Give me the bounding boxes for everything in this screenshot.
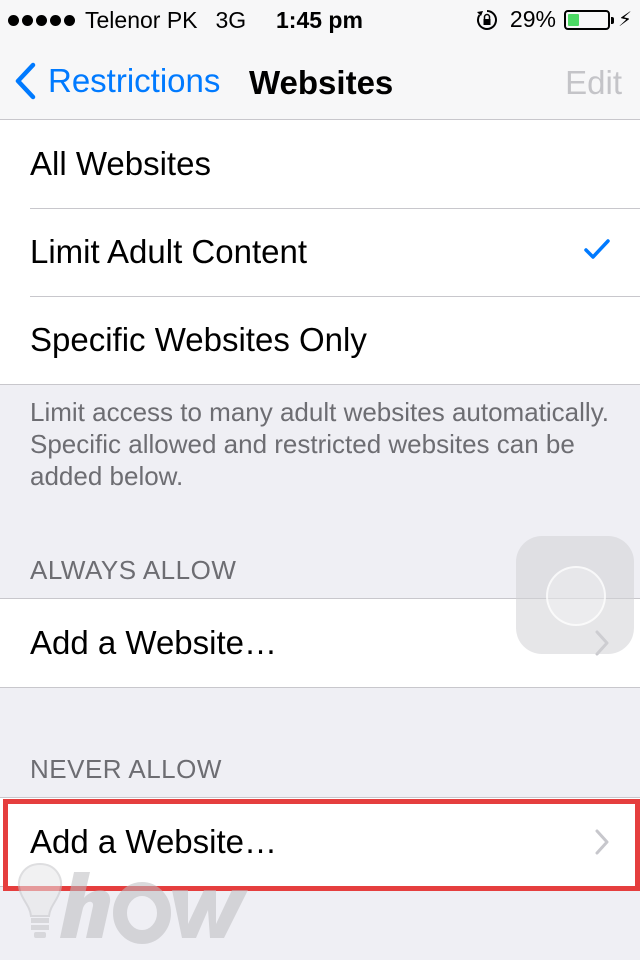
battery-icon [563,9,614,30]
assistive-touch-icon[interactable] [516,536,634,654]
rotation-lock-icon [476,9,497,30]
option-all-websites[interactable]: All Websites [0,120,640,208]
edit-button[interactable]: Edit [565,64,622,102]
lightbulb-logo-icon [18,862,248,944]
option-label: All Websites [30,145,211,182]
back-label: Restrictions [48,62,221,99]
option-label: Limit Adult Content [30,233,307,270]
carrier-name: Telenor PK [85,7,198,33]
never-allow-header: NEVER ALLOW [30,754,222,784]
status-time: 1:45 pm [276,7,363,33]
option-label: Specific Websites Only [30,321,367,358]
always-allow-header: ALWAYS ALLOW [30,555,237,585]
network-type: 3G [215,7,247,33]
battery-percent: 29% [509,6,556,32]
page-title: Websites [249,64,394,101]
filter-options-group: All Websites Limit Adult Content Specifi… [0,119,640,385]
add-website-label: Add a Website… [30,624,278,661]
navigation-bar: Restrictions Websites Edit [0,40,640,129]
restriction-description: Limit access to many adult websites auto… [30,397,609,491]
checkmark-icon [584,239,610,259]
status-right: 29% ⚡ [476,6,632,33]
battery-fill [567,13,579,26]
back-chevron-icon [15,62,36,100]
back-button[interactable]: Restrictions [14,62,220,100]
status-bar: Telenor PK 3G 1:45 pm 29% ⚡ [0,0,640,40]
option-limit-adult-content[interactable]: Limit Adult Content [0,208,640,296]
option-specific-websites-only[interactable]: Specific Websites Only [0,296,640,384]
charging-bolt-icon: ⚡ [617,9,632,31]
signal-dots-icon [8,15,75,26]
assistive-touch-ring [546,566,606,626]
status-left: Telenor PK 3G [8,7,272,34]
